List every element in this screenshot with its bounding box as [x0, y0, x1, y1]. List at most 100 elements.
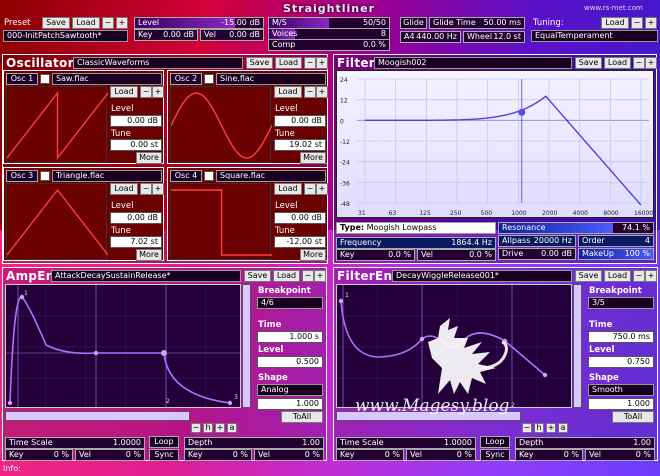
filter-prev-button[interactable]: −	[633, 57, 645, 69]
ampenv-timescale-key-slider[interactable]: Key 0 %	[5, 449, 73, 461]
oscillators-next-button[interactable]: +	[316, 57, 328, 69]
ampenv-hscrollbar[interactable]	[5, 411, 190, 421]
filterenv-prev-button[interactable]: −	[633, 270, 645, 282]
filterenv-save-button[interactable]: Save	[575, 270, 602, 282]
filterenv-breakpoint-field[interactable]: 3/5	[588, 297, 654, 309]
osc-4-file-field[interactable]: Square.flac	[216, 170, 326, 182]
global-vel-slider[interactable]: Vel 0.00 dB	[200, 29, 264, 41]
filterenv-depth-vel-slider[interactable]: Vel 0 %	[585, 449, 655, 461]
osc-3-load-button[interactable]: Load	[110, 183, 138, 195]
oscillators-bank-field[interactable]: ClassicWaveforms	[73, 57, 243, 69]
filterenv-preset-field[interactable]: DecayWiggleRelease001*	[392, 270, 572, 282]
ampenv-timescale-slider[interactable]: Time Scale 1.0000	[5, 437, 145, 449]
preset-name-field[interactable]: 000-InitPatchSawtooth*	[3, 30, 128, 42]
ampenv-next-button[interactable]: +	[314, 270, 326, 282]
filterenv-timescale-key-slider[interactable]: Key 0 %	[336, 449, 404, 461]
osc-4-load-button[interactable]: Load	[274, 183, 302, 195]
filterenv-sync-button[interactable]: Sync	[480, 449, 510, 461]
filter-save-button[interactable]: Save	[575, 57, 602, 69]
osc-4-tune-field[interactable]: -12.00 st	[274, 236, 326, 248]
tuning-load-button[interactable]: Load	[601, 17, 629, 29]
osc-1-toggle[interactable]: Osc 1	[6, 73, 38, 85]
filter-vel-slider[interactable]: Vel 0.0 %	[417, 249, 496, 261]
osc-2-prev-button[interactable]: −	[304, 86, 316, 98]
ampenv-loop-button[interactable]: Loop	[149, 436, 179, 448]
preset-prev-button[interactable]: −	[102, 17, 114, 29]
wheel-slider[interactable]: Wheel 12.0 st	[463, 31, 525, 43]
osc-1-prev-button[interactable]: −	[140, 86, 152, 98]
osc-2-toggle[interactable]: Osc 2	[170, 73, 202, 85]
filterenv-depth-slider[interactable]: Depth 1.00	[515, 437, 655, 449]
osc-2-level-field[interactable]: 0.00 dB	[274, 115, 326, 127]
osc-2-more-button[interactable]: More	[300, 152, 326, 164]
ampenv-preset-field[interactable]: AttackDecaySustainRelease*	[51, 270, 241, 282]
filterenv-depth-key-slider[interactable]: Key 0 %	[515, 449, 583, 461]
filterenv-zoom-h-button[interactable]: h	[534, 423, 544, 433]
ampenv-curve-plot[interactable]: 1 2 3	[5, 284, 241, 408]
osc-1-tune-field[interactable]: 0.00 st	[110, 139, 162, 151]
filterenv-zoom-in-button[interactable]: +	[546, 423, 556, 433]
ampenv-time-field[interactable]: 1.000 s	[257, 331, 323, 343]
osc-3-level-field[interactable]: 0.00 dB	[110, 212, 162, 224]
filter-load-button[interactable]: Load	[604, 57, 631, 69]
ampenv-zoom-all-button[interactable]: a	[227, 423, 237, 433]
ampenv-depth-vel-slider[interactable]: Vel 0 %	[254, 449, 324, 461]
osc-4-prev-button[interactable]: −	[304, 183, 316, 195]
osc-3-enable-checkbox[interactable]	[40, 171, 50, 181]
filter-preset-field[interactable]: Moogish002	[374, 57, 572, 69]
osc-2-tune-field[interactable]: 19.02 st	[274, 139, 326, 151]
filterenv-loop-button[interactable]: Loop	[480, 436, 510, 448]
ampenv-save-button[interactable]: Save	[244, 270, 271, 282]
glide-button[interactable]: Glide	[400, 17, 427, 29]
filterenv-load-button[interactable]: Load	[604, 270, 631, 282]
osc-1-next-button[interactable]: +	[152, 86, 164, 98]
a4-slider[interactable]: A4 440.00 Hz	[400, 31, 461, 43]
allpass-slider[interactable]: Allpass 20000 Hz	[498, 235, 576, 247]
preset-load-button[interactable]: Load	[72, 17, 100, 29]
ampenv-breakpoint-field[interactable]: 4/6	[257, 297, 323, 309]
filter-response-plot[interactable]: 24 12 0 -12 -24 -36 -48 31 63 125 250 500 1000 2000 40…	[336, 70, 654, 218]
osc-3-next-button[interactable]: +	[152, 183, 164, 195]
filterenv-timescale-vel-slider[interactable]: Vel 0 %	[406, 449, 476, 461]
ampenv-load-button[interactable]: Load	[273, 270, 300, 282]
filterenv-toall-button[interactable]: ToAll	[612, 411, 654, 423]
ampenv-zoom-in-button[interactable]: +	[215, 423, 225, 433]
osc-4-level-field[interactable]: 0.00 dB	[274, 212, 326, 224]
ampenv-shape-amount-field[interactable]: 1.000	[257, 398, 323, 410]
osc-4-toggle[interactable]: Osc 4	[170, 170, 202, 182]
filter-key-slider[interactable]: Key 0.0 %	[336, 249, 415, 261]
preset-save-button[interactable]: Save	[42, 17, 70, 29]
comp-slider[interactable]: Comp 0.0 %	[268, 39, 390, 51]
ampenv-timescale-vel-slider[interactable]: Vel 0 %	[75, 449, 145, 461]
osc-3-more-button[interactable]: More	[136, 249, 162, 261]
filter-next-button[interactable]: +	[645, 57, 657, 69]
osc-3-file-field[interactable]: Triangle.flac	[52, 170, 162, 182]
ampenv-zoom-h-button[interactable]: h	[203, 423, 213, 433]
ampenv-depth-slider[interactable]: Depth 1.00	[184, 437, 324, 449]
filterenv-zoom-out-button[interactable]: −	[522, 423, 532, 433]
ampenv-prev-button[interactable]: −	[302, 270, 314, 282]
ampenv-zoom-out-button[interactable]: −	[191, 423, 201, 433]
filter-type-field[interactable]: Type: Moogish Lowpass	[336, 222, 496, 234]
global-level-slider[interactable]: Level -15.00 dB	[134, 17, 264, 29]
global-key-slider[interactable]: Key 0.00 dB	[134, 29, 198, 41]
osc-1-file-field[interactable]: Saw.flac	[52, 73, 162, 85]
osc-4-next-button[interactable]: +	[316, 183, 328, 195]
resonance-slider[interactable]: Resonance 74.1 %	[498, 222, 654, 234]
ampenv-vscrollbar[interactable]	[242, 284, 251, 408]
ampenv-depth-key-slider[interactable]: Key 0 %	[184, 449, 252, 461]
osc-3-prev-button[interactable]: −	[140, 183, 152, 195]
filterenv-zoom-all-button[interactable]: a	[558, 423, 568, 433]
glide-time-slider[interactable]: Glide Time 50.00 ms	[429, 17, 525, 29]
frequency-slider[interactable]: Frequency 1864.4 Hz	[336, 237, 496, 249]
filterenv-time-field[interactable]: 750.0 ms	[588, 331, 654, 343]
preset-next-button[interactable]: +	[116, 17, 128, 29]
osc-2-file-field[interactable]: Sine.flac	[216, 73, 326, 85]
filterenv-level-field[interactable]: 0.750	[588, 356, 654, 368]
osc-1-enable-checkbox[interactable]	[40, 74, 50, 84]
ampenv-shape-dropdown[interactable]: Analog	[257, 384, 323, 396]
osc-1-more-button[interactable]: More	[136, 152, 162, 164]
osc-1-level-field[interactable]: 0.00 dB	[110, 115, 162, 127]
ampenv-sync-button[interactable]: Sync	[149, 449, 179, 461]
filterenv-vscrollbar[interactable]	[573, 284, 582, 408]
